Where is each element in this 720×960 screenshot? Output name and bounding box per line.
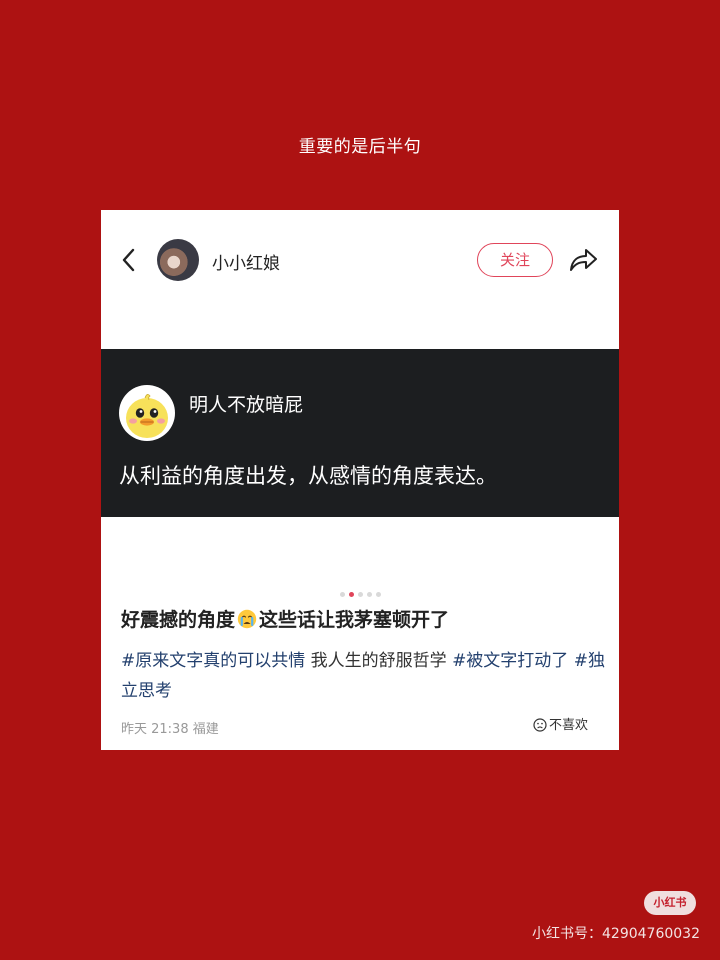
quote-image[interactable]: 明人不放暗屁 从利益的角度出发，从感情的角度表达。 bbox=[101, 349, 619, 517]
share-icon[interactable] bbox=[568, 247, 598, 273]
post-header: 小小红娘 关注 bbox=[101, 210, 619, 310]
post-tags: #原来文字真的可以共情 我人生的舒服哲学 #被文字打动了 #独立思考 bbox=[121, 646, 611, 706]
hashtag-link[interactable]: #原来文字真的可以共情 bbox=[121, 651, 305, 671]
pager-dot bbox=[357, 592, 363, 597]
quote-text: 从利益的角度出发，从感情的角度表达。 bbox=[119, 464, 497, 488]
post-title-part1: 好震撼的角度 bbox=[121, 609, 236, 631]
dislike-label: 不喜欢 bbox=[549, 718, 589, 733]
quote-author: 明人不放暗屁 bbox=[189, 394, 304, 416]
page-caption: 重要的是后半句 bbox=[298, 137, 422, 157]
xiaohongshu-logo: 小红书 bbox=[644, 891, 696, 915]
post-text-inline: 我人生的舒服哲学 bbox=[305, 651, 453, 671]
pager-dot-active bbox=[348, 592, 354, 597]
post-title-part2: 这些话让我茅塞顿开了 bbox=[259, 609, 450, 631]
pager-dot bbox=[339, 592, 345, 597]
image-pager bbox=[101, 582, 619, 597]
pager-dot bbox=[375, 592, 381, 597]
dislike-button[interactable]: 不喜欢 bbox=[525, 712, 596, 740]
post-title: 好震撼的角度 这些话让我茅塞顿开了 bbox=[121, 605, 449, 632]
duck-icon bbox=[126, 394, 168, 438]
pager-dot bbox=[366, 592, 372, 597]
avatar[interactable] bbox=[157, 239, 199, 281]
follow-button[interactable]: 关注 bbox=[477, 243, 553, 277]
hashtag-link[interactable]: #被文字打动了 bbox=[452, 651, 568, 671]
back-arrow-icon[interactable] bbox=[119, 246, 139, 274]
username[interactable]: 小小红娘 bbox=[212, 249, 280, 274]
duck-avatar bbox=[119, 385, 175, 441]
post-meta: 昨天 21:38 福建 bbox=[121, 722, 219, 737]
frown-face-icon bbox=[533, 718, 547, 732]
watermark-account-id: 小红书号：42904760032 bbox=[532, 926, 700, 942]
post-screenshot-card: 小小红娘 关注 明人不放暗屁 从利益的角度出发，从感情的角度表达。 好震撼的角度… bbox=[101, 210, 619, 750]
crying-emoji-icon bbox=[237, 609, 257, 629]
